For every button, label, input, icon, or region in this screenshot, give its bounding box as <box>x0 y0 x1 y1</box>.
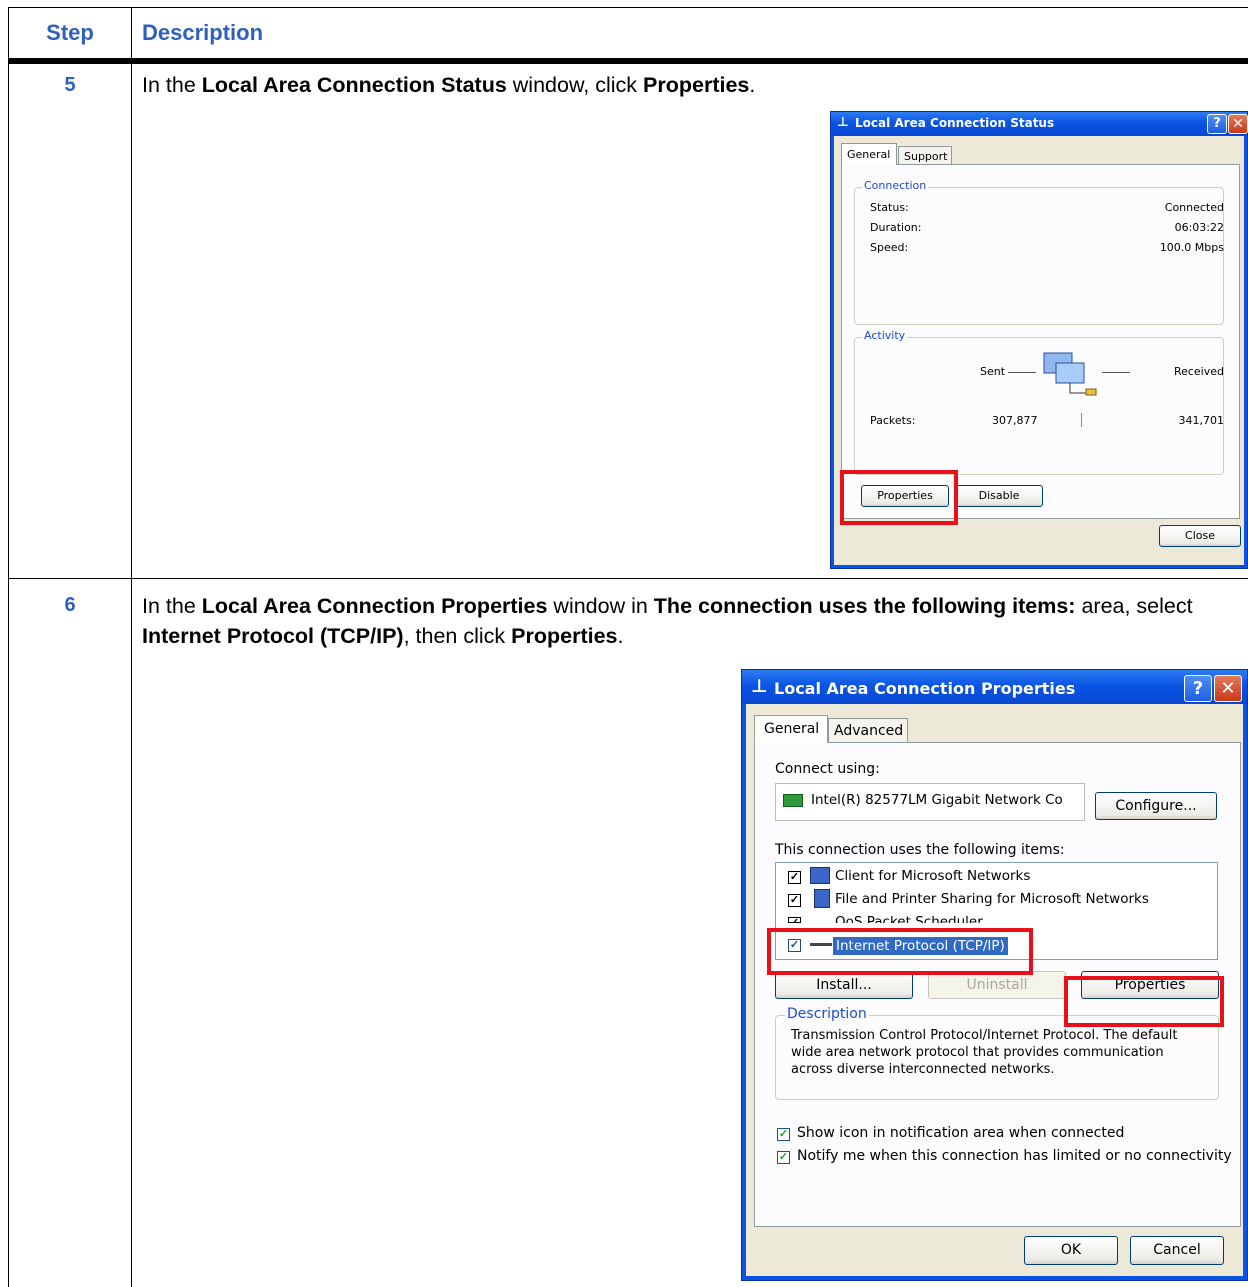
show-icon-checkbox[interactable]: ✓ <box>777 1128 790 1141</box>
configure-button[interactable]: Configure... <box>1095 792 1217 820</box>
step-number-5: 5 <box>64 74 76 96</box>
file-sharing-icon <box>814 889 830 908</box>
description-segment: window in <box>547 594 654 618</box>
header-description: Description <box>142 20 264 45</box>
ok-button[interactable]: OK <box>1024 1236 1118 1265</box>
tab-general[interactable]: General <box>754 715 828 743</box>
packets-received-value: 341,701 <box>1178 414 1225 427</box>
help-button[interactable]: ? <box>1184 675 1212 702</box>
adapter-name: Intel(R) 82577LM Gigabit Network Co <box>811 792 1063 808</box>
client-checkbox[interactable]: ✓ <box>788 871 801 884</box>
description-segment: The connection uses the following items: <box>653 594 1076 618</box>
packets-sent-value: 307,877 <box>992 414 1038 427</box>
description-segment: Internet Protocol (TCP/IP) <box>142 624 404 648</box>
sent-label: Sent <box>980 365 1006 378</box>
description-segment: Properties <box>511 624 618 648</box>
highlight-properties-button <box>1064 976 1224 1027</box>
description-segment: , then click <box>403 624 512 648</box>
activity-group <box>854 337 1224 475</box>
network-computers-icon <box>1042 351 1098 399</box>
component-item-qos[interactable]: QoS Packet Scheduler <box>835 914 983 923</box>
connect-using-label: Connect using: <box>775 761 880 777</box>
status-value: Connected <box>1164 201 1224 214</box>
network-icon: ⊥ <box>837 115 849 130</box>
install-button[interactable]: Install... <box>775 971 913 999</box>
uninstall-button: Uninstall <box>928 971 1066 999</box>
description-segment: . <box>749 73 756 97</box>
items-label: This connection uses the following items… <box>775 842 1065 858</box>
packets-label: Packets: <box>870 414 916 427</box>
status-label: Status: <box>870 201 909 214</box>
connection-group-label: Connection <box>862 179 929 192</box>
description-segment: Properties <box>643 73 750 97</box>
tab-general[interactable]: General <box>841 143 897 165</box>
file-sharing-checkbox[interactable]: ✓ <box>788 894 801 907</box>
step-6-description: In the Local Area Connection Properties … <box>142 591 1232 651</box>
received-label: Received <box>1173 365 1224 378</box>
description-segment: area, select <box>1075 594 1193 618</box>
help-button[interactable]: ? <box>1207 114 1227 134</box>
tab-advanced[interactable]: Advanced <box>828 718 908 743</box>
description-segment: Local Area Connection Properties <box>201 594 548 618</box>
description-segment: . <box>617 624 624 648</box>
network-icon: ⊥ <box>751 676 768 697</box>
notify-checkbox[interactable]: ✓ <box>777 1151 790 1164</box>
qos-checkbox[interactable]: ✓ <box>788 917 801 923</box>
client-icon <box>810 867 830 884</box>
properties-window: ⊥ Local Area Connection Properties ? ✕ G… <box>741 669 1248 1281</box>
description-segment: In the <box>142 73 202 97</box>
duration-value: 06:03:22 <box>1174 221 1224 234</box>
activity-group-label: Activity <box>862 329 908 342</box>
description-segment: Local Area Connection Status <box>201 73 507 97</box>
show-icon-label: Show icon in notification area when conn… <box>797 1125 1125 1141</box>
speed-label: Speed: <box>870 241 909 254</box>
component-item-file-sharing[interactable]: File and Printer Sharing for Microsoft N… <box>835 891 1149 907</box>
notify-label: Notify me when this connection has limit… <box>797 1148 1232 1164</box>
header-step: Step <box>46 20 94 45</box>
close-icon[interactable]: ✕ <box>1228 114 1248 134</box>
close-icon[interactable]: ✕ <box>1214 675 1242 702</box>
component-item-client[interactable]: Client for Microsoft Networks <box>835 868 1030 884</box>
status-window-title: Local Area Connection Status <box>855 116 1055 130</box>
highlight-properties-status <box>840 470 958 525</box>
cancel-button[interactable]: Cancel <box>1130 1236 1224 1265</box>
step-number-6: 6 <box>64 594 76 616</box>
status-panel: Connection Status: Connected Duration: 0… <box>841 164 1240 519</box>
properties-window-title: Local Area Connection Properties <box>774 679 1076 698</box>
description-segment: window, click <box>506 73 644 97</box>
description-segment: In the <box>142 594 202 618</box>
network-card-icon <box>783 794 803 807</box>
speed-value: 100.0 Mbps <box>1159 241 1224 254</box>
description-group-label: Description <box>785 1006 869 1022</box>
duration-label: Duration: <box>870 221 922 234</box>
step-5-description: In the Local Area Connection Status wind… <box>142 70 1232 100</box>
description-text: Transmission Control Protocol/Internet P… <box>791 1028 1178 1077</box>
tab-support[interactable]: Support <box>898 146 952 165</box>
close-button[interactable]: Close <box>1159 525 1241 547</box>
disable-button[interactable]: Disable <box>955 485 1043 507</box>
highlight-tcpip-item <box>767 928 1033 975</box>
